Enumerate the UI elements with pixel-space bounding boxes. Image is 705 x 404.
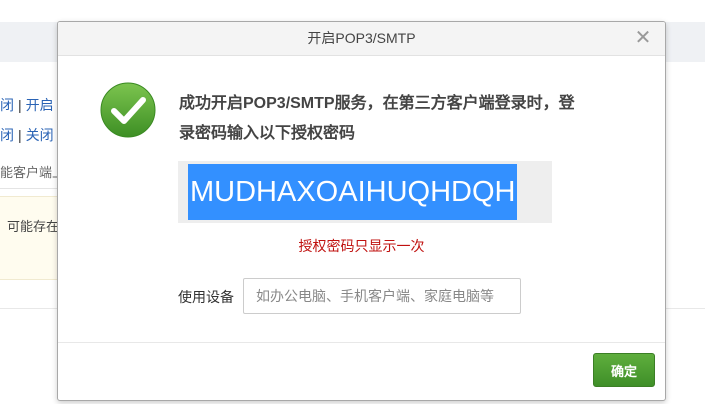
separator: |: [18, 127, 22, 143]
background-warning-box: [0, 196, 57, 280]
background-link-row-1: 闭 | 开启: [0, 95, 54, 115]
background-divider-2: [0, 308, 57, 309]
success-message: 成功开启POP3/SMTP服务，在第三方客户端登录时，登录密码输入以下授权密码: [179, 95, 575, 142]
auth-code-box: MUDHAXOAIHUQHDQH: [178, 161, 552, 223]
background-link-disable[interactable]: 关闭: [26, 127, 54, 143]
background-link-close-2[interactable]: 闭: [0, 127, 14, 143]
dialog-title: 开启POP3/SMTP: [307, 30, 416, 46]
dialog-header: 开启POP3/SMTP ✕: [58, 22, 665, 56]
background-note: 能客户端上: [0, 165, 66, 180]
dialog-footer-divider: [58, 342, 665, 343]
device-input[interactable]: [243, 278, 521, 314]
auth-code[interactable]: MUDHAXOAIHUQHDQH: [188, 164, 518, 220]
background-link-enable[interactable]: 开启: [26, 97, 54, 113]
background-link-close[interactable]: 闭: [0, 97, 14, 113]
auth-code-note: 授权密码只显示一次: [298, 238, 425, 254]
separator: |: [18, 97, 22, 113]
background-divider-3: [665, 308, 705, 309]
background-link-row-2: 闭 | 关闭: [0, 125, 54, 145]
pop3-smtp-dialog: 开启POP3/SMTP ✕ 成功开启POP3/SMTP服务，在第三方客户端登录时…: [57, 21, 666, 401]
confirm-button[interactable]: 确定: [593, 353, 655, 387]
device-label: 使用设备: [178, 289, 234, 305]
close-icon[interactable]: ✕: [633, 28, 653, 48]
background-divider: [0, 188, 57, 189]
check-circle-icon: [100, 82, 156, 138]
background-warning-text: 可能存在: [7, 219, 60, 234]
